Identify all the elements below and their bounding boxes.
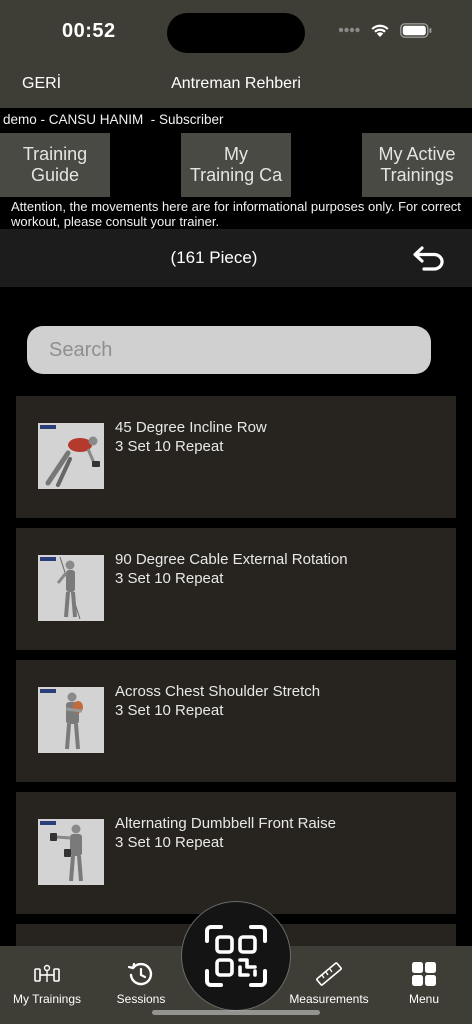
home-indicator (152, 1010, 320, 1015)
tab-sessions[interactable]: Sessions (95, 960, 187, 1006)
exercise-name: Across Chest Shoulder Stretch (115, 683, 321, 700)
search-field[interactable] (27, 326, 431, 374)
exercise-name: 45 Degree Incline Row (115, 419, 267, 436)
status-time: 00:52 (62, 20, 116, 42)
exercise-thumbnail (38, 423, 104, 489)
ruler-icon (316, 962, 342, 986)
dumbbell-icon (34, 964, 60, 982)
exercise-figure-icon (56, 556, 81, 620)
navigation-bar: GERİ Antreman Rehberi (0, 62, 472, 108)
history-icon (127, 962, 153, 986)
tab-label-line1: My Active (378, 144, 456, 164)
qr-scan-button[interactable] (181, 901, 291, 1011)
disclaimer-notice: Attention, the movements here are for in… (11, 199, 461, 229)
tab-my-trainings[interactable]: My Trainings (1, 960, 93, 1006)
tab-label-line1: Training (22, 144, 88, 164)
brand-logo (40, 689, 56, 693)
brand-logo (40, 821, 56, 825)
tab-label: Sessions (116, 992, 166, 1006)
exercise-figure-icon (45, 436, 100, 487)
exercise-detail: 3 Set 10 Repeat (115, 834, 224, 851)
dynamic-island (167, 13, 305, 53)
tab-my-active-trainings[interactable]: My Active Trainings (362, 133, 472, 197)
wifi-icon (371, 24, 389, 37)
brand-logo (40, 425, 56, 429)
qr-scan-icon (205, 925, 267, 987)
exercise-detail: 3 Set 10 Repeat (115, 570, 224, 587)
exercise-card[interactable]: 90 Degree Cable External Rotation 3 Set … (16, 528, 456, 650)
tab-label-line2: Guide (30, 165, 80, 185)
tab-my-training-cards[interactable]: My Training Ca (181, 133, 291, 197)
tab-label: My Trainings (12, 992, 82, 1006)
exercise-card[interactable]: Across Chest Shoulder Stretch 3 Set 10 R… (16, 660, 456, 782)
item-count: (161 Piece) (170, 248, 258, 267)
exercise-thumbnail (38, 687, 104, 753)
user-info: demo - CANSU HANIM - Subscriber (3, 112, 224, 127)
tab-label: Menu (408, 992, 440, 1006)
exercise-thumbnail (38, 819, 104, 885)
segment-tabs: Training Guide My Training Ca My Active … (0, 133, 472, 197)
brand-logo (40, 557, 56, 561)
exercise-detail: 3 Set 10 Repeat (115, 438, 224, 455)
tab-label-line2: Training Ca (189, 165, 283, 185)
tab-menu[interactable]: Menu (378, 960, 470, 1006)
tab-training-guide[interactable]: Training Guide (0, 133, 110, 197)
tab-measurements[interactable]: Measurements (283, 960, 375, 1006)
tab-label-line1: My (224, 144, 248, 164)
exercise-name: Alternating Dumbbell Front Raise (115, 815, 336, 832)
signal-dots-icon (338, 27, 360, 33)
tab-label: Measurements (289, 992, 369, 1006)
exercise-card[interactable]: Alternating Dumbbell Front Raise 3 Set 1… (16, 792, 456, 914)
status-icons (338, 22, 432, 38)
exercise-card[interactable]: 45 Degree Incline Row 3 Set 10 Repeat (16, 396, 456, 518)
tab-label-line2: Trainings (380, 165, 454, 185)
status-bar: 00:52 (0, 0, 472, 62)
exercise-detail: 3 Set 10 Repeat (115, 702, 224, 719)
search-input[interactable] (27, 326, 431, 374)
grid-menu-icon (412, 962, 436, 986)
count-bar: (161 Piece) (0, 229, 472, 287)
exercise-thumbnail (38, 555, 104, 621)
battery-icon (400, 22, 432, 38)
exercise-figure-icon (65, 692, 83, 750)
page-title: Antreman Rehberi (171, 75, 301, 92)
exercise-figure-icon (50, 824, 83, 882)
exercise-name: 90 Degree Cable External Rotation (115, 551, 348, 568)
undo-icon[interactable] (412, 245, 446, 271)
